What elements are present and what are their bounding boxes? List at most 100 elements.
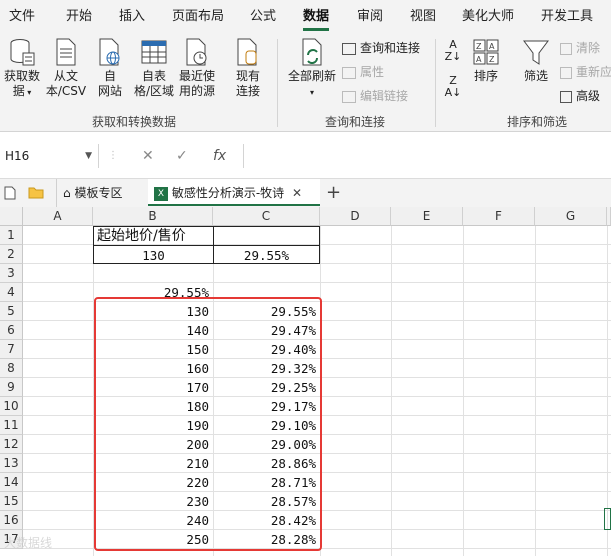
clear-filter-button[interactable]: 清除 [560, 39, 600, 57]
name-box-dropdown-icon[interactable]: ▼ [85, 144, 92, 168]
advanced-filter-button[interactable]: 高级 [560, 87, 600, 105]
table-rate-cell[interactable]: 29.40% [213, 340, 320, 359]
insert-function-icon[interactable]: fx [213, 146, 226, 166]
from-web-label: 自 [103, 69, 116, 83]
column-header-c[interactable]: C [213, 207, 320, 226]
table-price-cell[interactable]: 200 [93, 435, 213, 454]
menu-home[interactable]: 开始 [66, 0, 92, 33]
table-rate-cell[interactable]: 28.28% [213, 530, 320, 549]
sort-az-button[interactable]: A Z↓ [442, 39, 464, 63]
tab-sensitivity-sheet[interactable]: X 敏感性分析演示-牧诗 ✕ [148, 179, 320, 206]
table-rate-cell[interactable]: 28.71% [213, 473, 320, 492]
row-header-3[interactable]: 3 [0, 264, 23, 283]
menu-formulas[interactable]: 公式 [250, 0, 276, 33]
menu-developer[interactable]: 开发工具 [541, 0, 593, 33]
row-header-8[interactable]: 8 [0, 359, 23, 378]
filter-button[interactable]: 筛选 [520, 37, 552, 84]
table-rate-cell[interactable]: 28.42% [213, 511, 320, 530]
table-rate-cell[interactable]: 28.86% [213, 454, 320, 473]
menu-file[interactable]: 文件 [9, 0, 35, 33]
folder-icon[interactable] [28, 179, 46, 207]
cell-b1[interactable]: 起始地价/售价 [93, 226, 214, 246]
row-header-13[interactable]: 13 [0, 454, 23, 473]
table-price-cell[interactable]: 180 [93, 397, 213, 416]
row-header-12[interactable]: 12 [0, 435, 23, 454]
table-rate-cell[interactable]: 29.32% [213, 359, 320, 378]
table-price-cell[interactable]: 240 [93, 511, 213, 530]
row-header-5[interactable]: 5 [0, 302, 23, 321]
table-rate-cell[interactable]: 29.00% [213, 435, 320, 454]
row-header-4[interactable]: 4 [0, 283, 23, 302]
table-price-cell[interactable]: 160 [93, 359, 213, 378]
cell-c2[interactable]: 29.55% [213, 245, 320, 264]
table-price-cell[interactable]: 140 [93, 321, 213, 340]
table-rate-cell[interactable]: 29.47% [213, 321, 320, 340]
close-tab-icon[interactable]: ✕ [292, 186, 302, 200]
formula-input[interactable] [243, 144, 611, 168]
table-price-cell[interactable]: 170 [93, 378, 213, 397]
confirm-icon[interactable]: ✓ [176, 146, 188, 166]
row-header-11[interactable]: 11 [0, 416, 23, 435]
queries-label: 查询和连接 [360, 41, 421, 55]
from-text-csv-button[interactable]: 从文 本/CSV [44, 37, 88, 99]
from-table-button[interactable]: 自表 格/区域 [132, 37, 176, 99]
row-header-7[interactable]: 7 [0, 340, 23, 359]
column-header-e[interactable]: E [391, 207, 463, 226]
cell-b2[interactable]: 130 [93, 245, 214, 264]
queries-connections-button[interactable]: 查询和连接 [342, 39, 420, 57]
cell-c1[interactable] [213, 226, 320, 246]
column-header-h[interactable] [607, 207, 611, 226]
cancel-icon[interactable]: ✕ [142, 146, 154, 166]
table-price-cell[interactable]: 130 [93, 302, 213, 321]
table-rate-cell[interactable]: 28.57% [213, 492, 320, 511]
table-rate-cell[interactable]: 29.10% [213, 416, 320, 435]
table-price-cell[interactable]: 230 [93, 492, 213, 511]
name-box[interactable]: H16 ▼ [0, 144, 99, 168]
table-price-cell[interactable]: 250 [93, 530, 213, 549]
sort-button[interactable]: ZA AZ 排序 [470, 37, 502, 84]
new-doc-icon[interactable] [4, 179, 18, 207]
refresh-all-button[interactable]: 全部刷新 ▾ [285, 37, 339, 100]
column-header-f[interactable]: F [463, 207, 535, 226]
table-rate-cell[interactable]: 29.17% [213, 397, 320, 416]
menu-beautify[interactable]: 美化大师 [462, 0, 514, 33]
column-header-g[interactable]: G [535, 207, 607, 226]
row-header-2[interactable]: 2 [0, 245, 23, 264]
table-price-cell[interactable]: 220 [93, 473, 213, 492]
table-rate-cell[interactable]: 29.55% [213, 302, 320, 321]
row-header-15[interactable]: 15 [0, 492, 23, 511]
add-tab-button[interactable]: + [326, 179, 341, 207]
row-header-6[interactable]: 6 [0, 321, 23, 340]
reapply-button[interactable]: 重新应 [560, 63, 611, 81]
menu-data[interactable]: 数据 [303, 0, 330, 33]
menu-page-layout[interactable]: 页面布局 [172, 0, 224, 33]
menu-insert[interactable]: 插入 [119, 0, 145, 33]
row-header-14[interactable]: 14 [0, 473, 23, 492]
column-header-a[interactable]: A [23, 207, 93, 226]
properties-button[interactable]: 属性 [342, 63, 384, 81]
row-header-9[interactable]: 9 [0, 378, 23, 397]
existing-connections-button[interactable]: 现有 连接 [230, 37, 266, 99]
row-header-16[interactable]: 16 [0, 511, 23, 530]
column-header-d[interactable]: D [320, 207, 391, 226]
menu-view[interactable]: 视图 [410, 0, 436, 33]
formula-bar: H16 ▼ ⋮ ✕ ✓ fx [0, 140, 611, 172]
tab-template-zone[interactable]: ⌂ 模板专区 [56, 179, 128, 207]
sort-za-button[interactable]: Z A↓ [442, 75, 464, 99]
table-price-cell[interactable]: 150 [93, 340, 213, 359]
table-price-cell[interactable]: 210 [93, 454, 213, 473]
from-web-button[interactable]: 自 网站 [92, 37, 128, 99]
column-header-b[interactable]: B [93, 207, 213, 226]
edit-links-button[interactable]: 编辑链接 [342, 87, 408, 105]
row-header-1[interactable]: 1 [0, 226, 23, 245]
table-rate-cell[interactable]: 29.25% [213, 378, 320, 397]
menu-review[interactable]: 审阅 [357, 0, 383, 33]
cell-b4[interactable]: 29.55% [93, 283, 213, 302]
recent-sources-button[interactable]: 最近使 用的源 [177, 37, 217, 99]
row-header-10[interactable]: 10 [0, 397, 23, 416]
filter-funnel-icon [523, 40, 549, 65]
get-data-button[interactable]: 获取数 据 ▾ [2, 37, 42, 100]
properties-label: 属性 [360, 65, 385, 79]
select-all-corner[interactable] [0, 207, 23, 226]
table-price-cell[interactable]: 190 [93, 416, 213, 435]
